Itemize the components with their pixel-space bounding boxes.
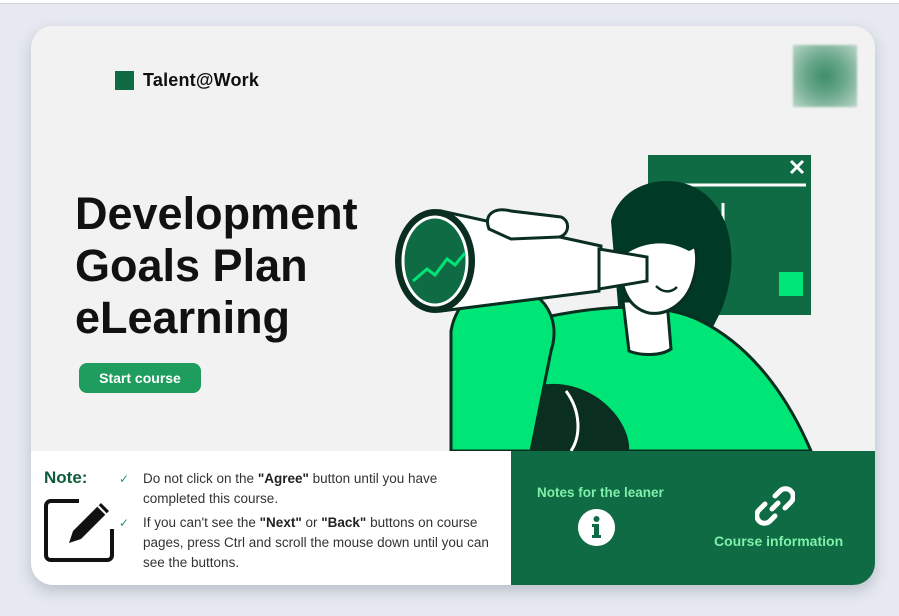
note-text: If you can't see the xyxy=(143,515,260,530)
note-item-agree: ✓ Do not click on the "Agree" button unt… xyxy=(119,469,503,509)
start-course-button[interactable]: Start course xyxy=(79,363,201,393)
course-card: Talent@Work Development Goals Plan eLear… xyxy=(31,26,875,585)
info-icon[interactable] xyxy=(578,509,615,546)
course-information-link[interactable]: Course information xyxy=(714,533,843,549)
window-top-border xyxy=(0,0,899,4)
note-bold-back: "Back" xyxy=(321,515,367,530)
hero-illustration xyxy=(395,155,813,451)
notes-for-learner-link[interactable]: Notes for the leaner xyxy=(537,485,664,500)
note-bold-agree: "Agree" xyxy=(257,471,309,486)
link-icon[interactable] xyxy=(755,486,795,526)
check-icon: ✓ xyxy=(119,472,130,486)
course-title-line-3: eLearning xyxy=(75,292,291,343)
brand-name: Talent@Work xyxy=(143,70,260,90)
course-title: Development Goals Plan eLearning xyxy=(75,188,395,344)
course-title-line-1: Development xyxy=(75,188,358,239)
note-bold-next: "Next" xyxy=(259,515,302,530)
note-panel: Note: ✓ Do not click on the "Agree" butt… xyxy=(31,451,511,585)
brand-square-icon xyxy=(115,71,134,90)
check-icon: ✓ xyxy=(119,516,130,530)
note-text: or xyxy=(301,515,322,530)
note-text: Do not click on the xyxy=(143,471,258,486)
links-panel: Notes for the leaner Course information xyxy=(511,451,875,585)
course-title-line-2: Goals Plan xyxy=(75,240,308,291)
note-title: Note: xyxy=(44,468,88,487)
pencil-edit-icon xyxy=(44,499,114,562)
note-item-navigation: ✓ If you can't see the "Next" or "Back" … xyxy=(119,513,503,573)
telescope-graphic xyxy=(395,208,649,313)
blurred-avatar xyxy=(793,45,857,107)
brand-logo: Talent@Work xyxy=(115,70,259,91)
